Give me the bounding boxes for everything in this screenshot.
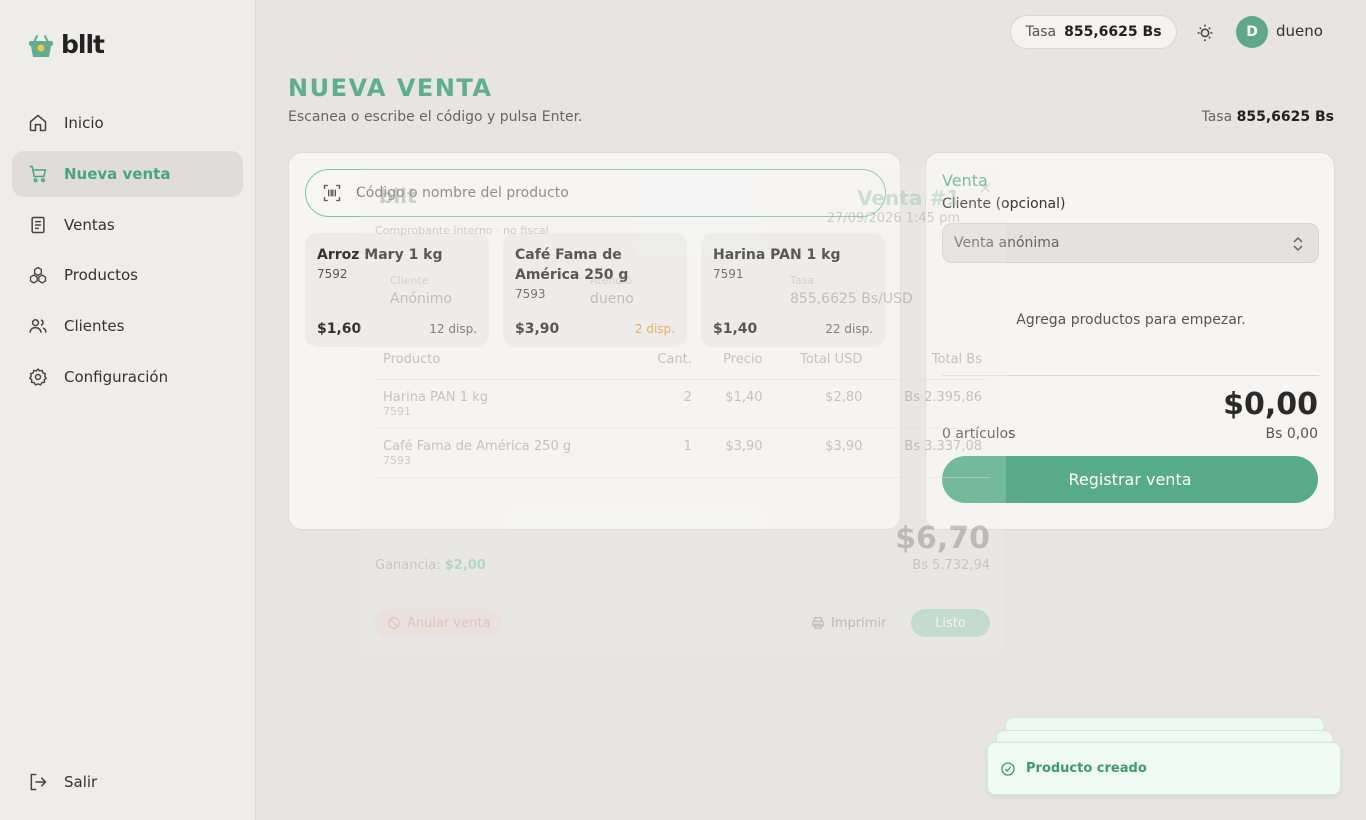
void-sale-button[interactable]: Anular venta (375, 609, 503, 637)
receipt-rate: Tasa 855,6625 Bs/USD (790, 274, 913, 307)
product-price: $1,60 (317, 321, 362, 337)
check-circle-icon (1001, 761, 1015, 776)
sidebar-item-label: Nueva venta (64, 164, 171, 183)
sidebar-item-inicio[interactable]: Inicio (12, 100, 243, 146)
column-header: Precio (699, 350, 771, 380)
page-title: NUEVA VENTA (288, 74, 493, 102)
header-rate-label: Tasa (1201, 109, 1233, 125)
rate-value: 855,6625 Bs (1064, 24, 1162, 40)
app-logo[interactable]: bllt (27, 30, 105, 59)
void-sale-label: Anular venta (407, 615, 491, 631)
row-product-name: Harina PAN 1 kg (383, 390, 488, 405)
barcode-scan-icon (322, 183, 342, 203)
sidebar-item-configuracion[interactable]: Configuración (12, 354, 243, 400)
toast-message: Producto creado (1026, 761, 1147, 776)
avatar[interactable]: D (1236, 16, 1268, 48)
sidebar: bllt Inicio Nueva venta Ventas Productos… (0, 0, 256, 820)
ban-icon (388, 617, 400, 629)
column-header: Cant. (635, 350, 700, 380)
row-price: $1,40 (699, 379, 771, 429)
page-subtitle: Escanea o escribe el código y pulsa Ente… (288, 109, 583, 125)
table-row: Café Fama de América 250 g 7593 1 $3,90 $… (375, 428, 990, 478)
gear-icon (28, 367, 48, 387)
username[interactable]: dueno (1276, 22, 1323, 40)
column-header: Total Bs (870, 350, 990, 380)
done-button[interactable]: Listo (911, 609, 990, 637)
row-product: Harina PAN 1 kg 7591 (375, 379, 636, 429)
receipt-gain: Ganancia: $2,00 (375, 558, 486, 573)
total-usd: $0,00 (1223, 387, 1318, 422)
row-qty: 1 (635, 428, 700, 478)
receipt-icon (28, 215, 48, 235)
row-total-bs: Bs 2.395,86 (870, 379, 990, 429)
exchange-rate-pill: Tasa 855,6625 Bs (1010, 15, 1177, 49)
home-icon (28, 113, 48, 133)
row-total-bs: Bs 3.337,08 (870, 428, 990, 478)
sidebar-item-label: Ventas (64, 215, 115, 234)
sidebar-nav: Inicio Nueva venta Ventas Productos Clie… (12, 100, 243, 405)
logout-button[interactable]: Salir (28, 772, 97, 792)
chevron-updown-icon (1293, 236, 1303, 252)
sidebar-item-ventas[interactable]: Ventas (12, 202, 243, 248)
receipt-client-key: Cliente (390, 274, 429, 287)
users-icon (28, 316, 48, 336)
logout-icon (28, 772, 48, 792)
receipt-table: Producto Cant. Precio Total USD Total Bs… (375, 350, 990, 478)
print-button[interactable]: Imprimir (799, 609, 899, 637)
column-header: Producto (375, 350, 636, 380)
sidebar-item-nueva-venta[interactable]: Nueva venta (12, 150, 243, 197)
row-product-code: 7591 (383, 405, 411, 418)
row-qty: 2 (635, 379, 700, 429)
toast-notification[interactable]: Producto creado (987, 742, 1341, 795)
logo-text: bllt (61, 30, 105, 59)
receipt-attended-key: Atendió (590, 274, 633, 287)
total-bs: Bs 0,00 (1265, 426, 1318, 442)
sidebar-item-label: Productos (64, 266, 138, 285)
sidebar-item-clientes[interactable]: Clientes (12, 303, 243, 349)
close-icon[interactable]: × (979, 178, 992, 197)
row-product-name: Café Fama de América 250 g (383, 439, 572, 454)
receipt-gain-value: $2,00 (444, 558, 486, 573)
receipt-dialog: bllt Comprobante interno · no fiscal Ven… (359, 166, 1006, 654)
row-product: Café Fama de América 250 g 7593 (375, 428, 636, 478)
receipt-date: 27/09/2026 1:45 pm (826, 211, 960, 226)
header-rate: Tasa 855,6625 Bs (1201, 109, 1334, 125)
print-label: Imprimir (831, 615, 887, 631)
receipt-total-usd: $6,70 (895, 521, 990, 556)
row-price: $3,90 (699, 428, 771, 478)
header-rate-value: 855,6625 Bs (1236, 109, 1334, 125)
receipt-logo: bllt (379, 184, 417, 208)
row-product-code: 7593 (383, 454, 411, 467)
receipt-rate-value: 855,6625 Bs/USD (790, 291, 913, 307)
receipt-total-bs: Bs 5.732,94 (912, 558, 990, 573)
logout-label: Salir (64, 773, 98, 791)
receipt-title: Venta #1 (857, 186, 960, 210)
sidebar-item-label: Configuración (64, 367, 169, 386)
sidebar-item-label: Inicio (64, 114, 104, 132)
boxes-icon (28, 265, 48, 285)
receipt-attended: Atendió dueno (590, 274, 634, 307)
receipt-subtitle: Comprobante interno · no fiscal (375, 224, 549, 237)
receipt-client-value: Anónimo (390, 291, 452, 307)
row-total-usd: $3,90 (770, 428, 871, 478)
table-row: Harina PAN 1 kg 7591 2 $1,40 $2,80 Bs 2.3… (375, 379, 990, 429)
column-header: Total USD (770, 350, 871, 380)
receipt-gain-label: Ganancia: (375, 558, 441, 573)
receipt-rate-key: Tasa (790, 274, 815, 287)
table-header-row: Producto Cant. Precio Total USD Total Bs (375, 350, 990, 380)
theme-toggle-icon[interactable] (1194, 21, 1216, 43)
receipt-client: Cliente Anónimo (390, 274, 452, 307)
cart-icon (28, 164, 48, 184)
receipt-attended-value: dueno (590, 291, 634, 307)
sidebar-item-productos[interactable]: Productos (12, 252, 243, 298)
printer-icon (812, 617, 824, 629)
basket-logo-icon (29, 34, 53, 57)
sidebar-item-label: Clientes (64, 317, 125, 336)
row-total-usd: $2,80 (770, 379, 871, 429)
rate-label: Tasa (1025, 24, 1057, 40)
